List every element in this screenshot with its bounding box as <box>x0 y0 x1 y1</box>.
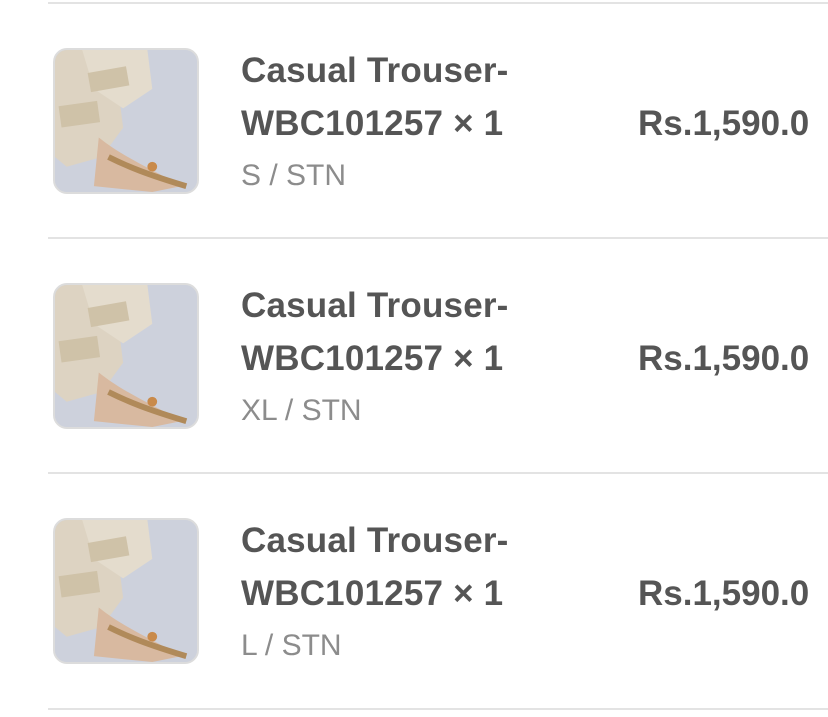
product-title-line2: WBC101257 × 1 <box>241 574 504 613</box>
trouser-image-icon <box>55 285 197 427</box>
list-item: Casual Trouser- WBC101257 × 1 S / STN Rs… <box>0 4 828 240</box>
product-title-line2: WBC101257 × 1 <box>241 339 504 378</box>
list-item: Casual Trouser- WBC101257 × 1 XL / STN R… <box>0 239 828 475</box>
product-price: Rs.1,590.0 <box>638 104 810 143</box>
trouser-image-icon <box>55 520 197 662</box>
order-item-list: Casual Trouser- WBC101257 × 1 S / STN Rs… <box>0 0 828 717</box>
product-variant: L / STN <box>241 629 342 662</box>
product-variant: S / STN <box>241 159 347 192</box>
product-title-line1: Casual Trouser- <box>241 521 509 560</box>
trouser-image-icon <box>55 50 197 192</box>
divider <box>48 708 828 710</box>
product-title-line2: WBC101257 × 1 <box>241 104 504 143</box>
product-price: Rs.1,590.0 <box>638 574 810 613</box>
product-price: Rs.1,590.0 <box>638 339 810 378</box>
product-title-line1: Casual Trouser- <box>241 51 509 90</box>
product-thumbnail <box>53 48 199 194</box>
list-item: Casual Trouser- WBC101257 × 1 L / STN Rs… <box>0 474 828 710</box>
product-variant: XL / STN <box>241 394 362 427</box>
product-thumbnail <box>53 283 199 429</box>
product-thumbnail <box>53 518 199 664</box>
product-title-line1: Casual Trouser- <box>241 286 509 325</box>
